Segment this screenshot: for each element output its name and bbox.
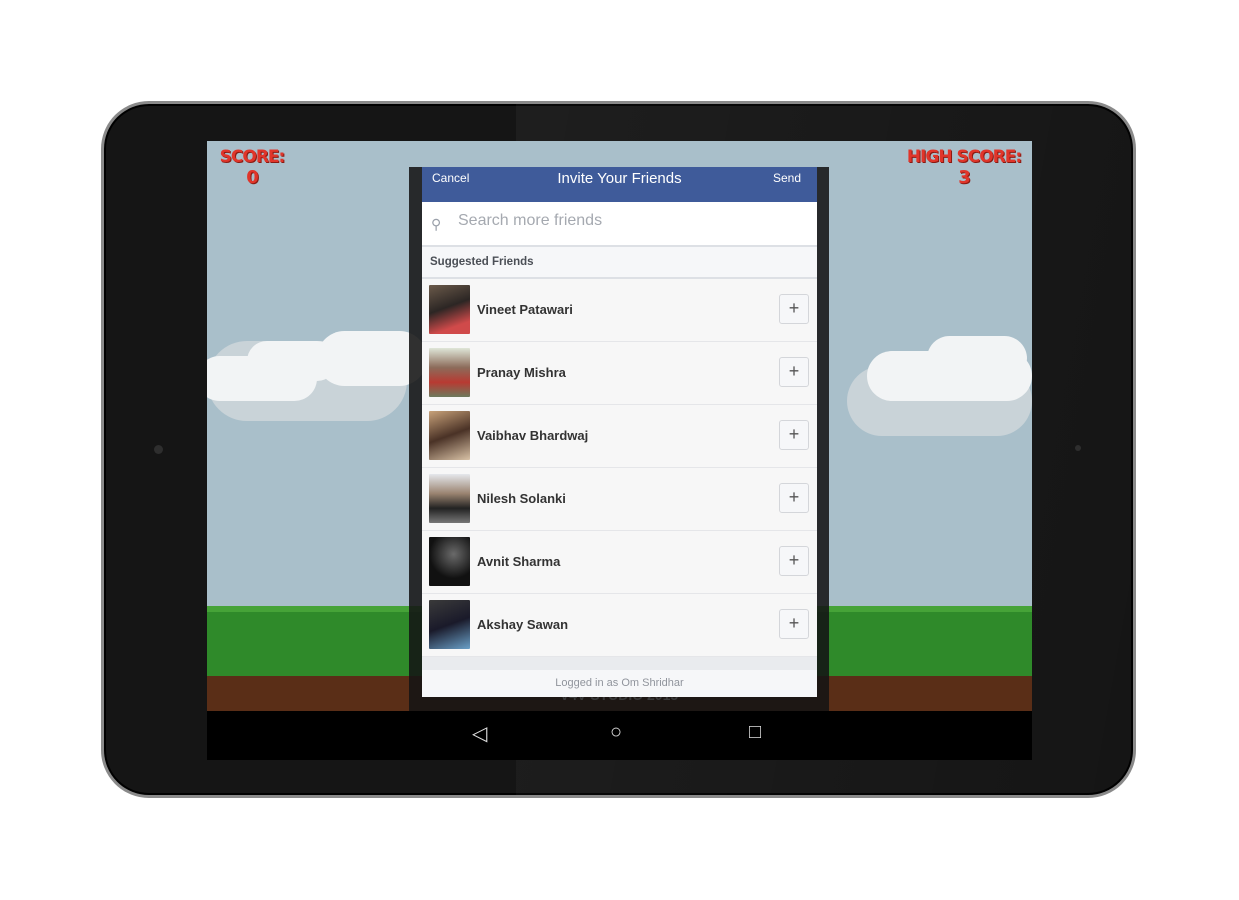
avatar: [429, 600, 470, 649]
add-friend-button[interactable]: +: [779, 357, 809, 387]
dialog-header: Cancel Invite Your Friends Send: [422, 167, 817, 202]
friend-name: Vaibhav Bhardwaj: [477, 428, 589, 443]
search-input[interactable]: [458, 212, 798, 230]
avatar: [429, 285, 470, 334]
screen: SCORE: 0 HIGH SCORE: 3 V4V STUDIO 2015 C…: [207, 141, 1032, 760]
section-title: Suggested Friends: [422, 247, 817, 279]
friend-row: Pranay Mishra +: [422, 342, 817, 405]
add-friend-button[interactable]: +: [779, 420, 809, 450]
score-display: SCORE: 0: [219, 147, 286, 188]
dialog-title: Invite Your Friends: [557, 170, 682, 187]
avatar: [429, 411, 470, 460]
search-icon: ⚲: [431, 216, 442, 232]
back-icon[interactable]: ◁: [472, 721, 487, 746]
high-score-value: 3: [958, 167, 971, 188]
friend-name: Nilesh Solanki: [477, 491, 566, 506]
search-bar: ⚲: [422, 202, 817, 247]
avatar: [429, 348, 470, 397]
friend-row: Avnit Sharma +: [422, 531, 817, 594]
friend-row: Akshay Sawan +: [422, 594, 817, 657]
add-friend-button[interactable]: +: [779, 609, 809, 639]
score-value: 0: [246, 167, 259, 188]
friend-row: Vineet Patawari +: [422, 279, 817, 342]
avatar: [429, 474, 470, 523]
send-button[interactable]: Send: [773, 171, 801, 185]
add-friend-button[interactable]: +: [779, 483, 809, 513]
game-background: SCORE: 0 HIGH SCORE: 3 V4V STUDIO 2015 C…: [207, 141, 1032, 711]
friend-row: Nilesh Solanki +: [422, 468, 817, 531]
friend-name: Vineet Patawari: [477, 302, 573, 317]
friend-row: Vaibhav Bhardwaj +: [422, 405, 817, 468]
logged-in-text: Logged in as Om Shridhar: [422, 670, 817, 697]
avatar: [429, 537, 470, 586]
friend-name: Akshay Sawan: [477, 617, 569, 632]
sensor: [1075, 445, 1081, 451]
friend-name: Avnit Sharma: [477, 554, 561, 569]
friend-name: Pranay Mishra: [477, 365, 566, 380]
divider-band: [422, 657, 817, 670]
front-camera: [154, 445, 163, 454]
home-icon[interactable]: ○: [610, 721, 622, 744]
invite-friends-dialog: Cancel Invite Your Friends Send ⚲ Sugges…: [422, 167, 817, 697]
add-friend-button[interactable]: +: [779, 294, 809, 324]
high-score-display: HIGH SCORE: 3: [905, 147, 1023, 188]
recents-icon[interactable]: □: [749, 721, 761, 744]
high-score-label: HIGH SCORE:: [906, 147, 1022, 167]
add-friend-button[interactable]: +: [779, 546, 809, 576]
score-label: SCORE:: [219, 147, 286, 167]
